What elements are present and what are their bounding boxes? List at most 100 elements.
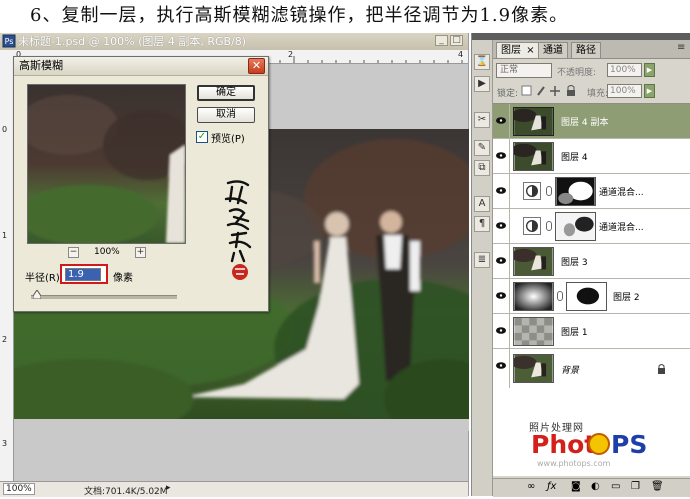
close-icon[interactable]: ✕ bbox=[248, 58, 265, 74]
layers-bottom-bar: ∞ ƒx ◙ ◐ ▭ ❐ 🗑 bbox=[493, 478, 690, 497]
trash-icon[interactable]: 🗑 bbox=[651, 481, 664, 492]
panel-menu-icon[interactable]: ≡ bbox=[677, 42, 685, 53]
layer-row[interactable]: 图层 1 bbox=[493, 314, 690, 349]
layer-name: 图层 1 bbox=[561, 328, 588, 338]
eye-icon[interactable] bbox=[496, 152, 506, 159]
panel-header-bar[interactable] bbox=[472, 33, 690, 40]
layer-mask-thumbnail bbox=[566, 282, 607, 311]
calligraphy-signature bbox=[224, 180, 252, 280]
adjustment-icon[interactable]: ◐ bbox=[591, 481, 600, 492]
paragraph-icon[interactable]: ¶ bbox=[474, 216, 490, 232]
new-layer-icon[interactable]: ❐ bbox=[631, 481, 640, 492]
dialog-titlebar[interactable]: 高斯模糊 ✕ bbox=[14, 57, 268, 76]
visibility-toggle[interactable] bbox=[493, 209, 510, 243]
eye-icon[interactable] bbox=[496, 362, 506, 369]
layer-row[interactable]: 图层 4 bbox=[493, 139, 690, 174]
visibility-toggle[interactable] bbox=[493, 139, 510, 173]
clone-source-icon[interactable]: ⧉ bbox=[474, 160, 490, 176]
layer-comps-icon[interactable]: ≣ bbox=[474, 252, 490, 268]
blur-preview[interactable] bbox=[27, 84, 186, 244]
radius-slider-track[interactable] bbox=[31, 295, 177, 299]
minimize-icon[interactable]: _ bbox=[435, 35, 448, 46]
preview-checkbox[interactable]: ✓ bbox=[196, 131, 208, 143]
opacity-arrow-icon[interactable]: ▶ bbox=[644, 63, 655, 77]
visibility-toggle[interactable] bbox=[493, 314, 510, 348]
tool-presets-icon[interactable]: ✂ bbox=[474, 112, 490, 128]
visibility-toggle[interactable] bbox=[493, 104, 510, 138]
watermark-url: www.photops.com bbox=[537, 459, 611, 468]
blend-mode-select[interactable]: 正常 bbox=[496, 63, 552, 78]
ok-button[interactable]: 确定 bbox=[197, 85, 255, 101]
fx-icon[interactable]: ƒx bbox=[547, 481, 556, 492]
opacity-input[interactable]: 100% bbox=[607, 63, 642, 77]
lock-image-icon[interactable] bbox=[537, 86, 545, 96]
visibility-toggle[interactable] bbox=[493, 279, 510, 313]
visibility-toggle[interactable] bbox=[493, 174, 510, 208]
panel-tabs: 图层 × 通道 路径 ≡ bbox=[493, 40, 690, 59]
status-menu-arrow-icon[interactable]: ▸ bbox=[166, 483, 171, 493]
eye-icon[interactable] bbox=[496, 327, 506, 334]
layer-row[interactable]: 图层 2 bbox=[493, 279, 690, 314]
eye-icon[interactable] bbox=[496, 257, 506, 264]
layer-row[interactable]: 通道混合... bbox=[493, 209, 690, 244]
layer-row[interactable]: 图层 3 bbox=[493, 244, 690, 279]
tab-close-icon[interactable]: × bbox=[526, 45, 534, 56]
link-icon bbox=[546, 221, 552, 231]
layer-row[interactable]: 通道混合... bbox=[493, 174, 690, 209]
zoom-out-button[interactable]: − bbox=[68, 247, 79, 258]
layer-row[interactable]: 背景 bbox=[493, 349, 690, 389]
lock-position-icon[interactable] bbox=[550, 86, 560, 96]
eye-icon[interactable] bbox=[496, 117, 506, 124]
layer-thumbnail bbox=[513, 107, 554, 136]
lock-label: 锁定: bbox=[497, 89, 519, 99]
character-icon[interactable]: A bbox=[474, 196, 490, 212]
radius-slider-thumb[interactable] bbox=[32, 290, 41, 299]
add-mask-icon[interactable]: ◙ bbox=[571, 481, 581, 492]
eye-icon[interactable] bbox=[496, 222, 506, 229]
preview-label: 预览(P) bbox=[211, 134, 245, 145]
blend-row: 正常 不透明度: 100% ▶ bbox=[493, 60, 690, 80]
group-icon[interactable]: ▭ bbox=[611, 481, 620, 492]
fill-input[interactable]: 100% bbox=[607, 84, 642, 98]
preview-zoom-value: 100% bbox=[94, 247, 120, 257]
dialog-title: 高斯模糊 bbox=[19, 59, 63, 72]
eye-icon[interactable] bbox=[496, 292, 506, 299]
svg-text:Phot: Phot bbox=[531, 430, 596, 459]
tab-paths[interactable]: 路径 bbox=[571, 42, 601, 58]
layer-thumbnail bbox=[513, 142, 554, 171]
history-icon[interactable]: ⌛ bbox=[474, 54, 490, 70]
layer-name: 图层 4 bbox=[561, 153, 588, 163]
document-title: 未标题-1.psd @ 100% (图层 4 副本, RGB/8) bbox=[18, 35, 247, 48]
layer-name: 图层 3 bbox=[561, 258, 588, 268]
visibility-toggle[interactable] bbox=[493, 244, 510, 278]
radius-input[interactable]: 1.9 bbox=[65, 268, 101, 281]
zoom-field[interactable]: 100% bbox=[3, 483, 35, 495]
actions-icon[interactable]: ▶ bbox=[474, 76, 490, 92]
brushes-icon[interactable]: ✎ bbox=[474, 140, 490, 156]
status-bar: 100% 文档:701.4K/5.02M ▸ bbox=[0, 481, 468, 497]
layer-thumbnail bbox=[513, 354, 554, 383]
tab-layers[interactable]: 图层 × bbox=[496, 42, 540, 58]
ruler-label: 2 bbox=[2, 335, 8, 344]
tab-channels[interactable]: 通道 bbox=[538, 42, 568, 58]
maximize-icon[interactable]: □ bbox=[450, 35, 463, 46]
ruler-label: 3 bbox=[2, 439, 8, 448]
layer-row[interactable]: 图层 4 副本 bbox=[493, 104, 690, 139]
zoom-in-button[interactable]: + bbox=[135, 247, 146, 258]
lock-all-icon[interactable] bbox=[567, 90, 575, 96]
layer-name: 图层 4 副本 bbox=[561, 118, 609, 128]
lock-buttons[interactable] bbox=[521, 85, 585, 97]
eye-icon[interactable] bbox=[496, 187, 506, 194]
fill-arrow-icon[interactable]: ▶ bbox=[644, 84, 655, 98]
vertical-ruler: 0 1 2 3 bbox=[0, 63, 14, 481]
visibility-toggle[interactable] bbox=[493, 349, 510, 388]
svg-text:PS: PS bbox=[611, 430, 647, 459]
document-titlebar[interactable]: Ps 未标题-1.psd @ 100% (图层 4 副本, RGB/8) _ □ bbox=[0, 33, 468, 51]
layer-thumbnail bbox=[513, 247, 554, 276]
link-icon bbox=[546, 186, 552, 196]
ruler-label: 4 bbox=[458, 50, 464, 59]
link-layers-icon[interactable]: ∞ bbox=[527, 481, 535, 492]
lock-transparent-icon[interactable] bbox=[521, 85, 532, 96]
cancel-button[interactable]: 取消 bbox=[197, 107, 255, 123]
photops-logo: Phot PS bbox=[531, 430, 647, 459]
